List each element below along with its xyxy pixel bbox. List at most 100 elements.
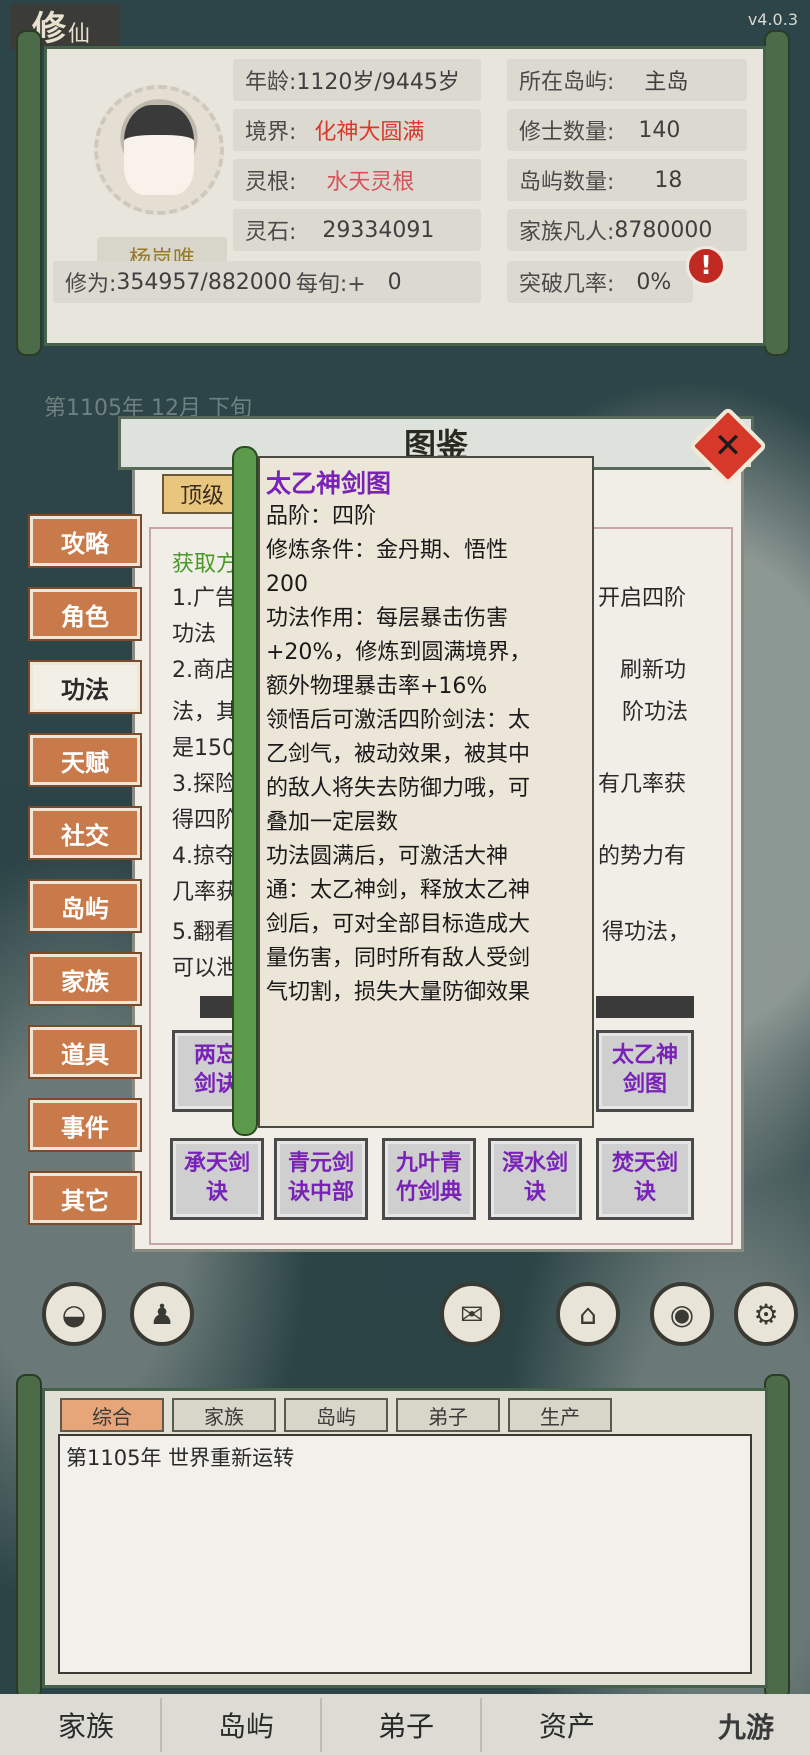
category-social[interactable]: 社交 bbox=[28, 806, 142, 860]
nav-island[interactable]: 岛屿 bbox=[172, 1698, 322, 1752]
stat-value: 354957/882000 bbox=[116, 269, 292, 295]
skill-tile[interactable]: 溟水剑诀 bbox=[488, 1138, 582, 1220]
log-entry: 第1105年 世界重新运转 bbox=[66, 1446, 295, 1470]
category-event[interactable]: 事件 bbox=[28, 1098, 142, 1152]
tooltip-line: 修炼条件：金丹期、悟性 bbox=[266, 538, 509, 563]
stat-label: 岛屿数量: bbox=[519, 170, 615, 195]
character-panel: 杨岚唯 年龄: 1120岁/9445岁 所在岛屿: 主岛 境界: 化神大圆满 修士数量… bbox=[44, 46, 766, 346]
category-island[interactable]: 岛屿 bbox=[28, 879, 142, 933]
guide-text: 得四阶 bbox=[172, 808, 239, 833]
skill-tile[interactable]: 九叶青竹剑典 bbox=[382, 1138, 476, 1220]
person-icon[interactable]: ♟ bbox=[130, 1282, 194, 1346]
guide-text: 2.商店 bbox=[172, 658, 237, 683]
stat-breakthrough-rate: 突破几率: 0% bbox=[507, 261, 693, 303]
stat-label: 灵石: bbox=[245, 220, 297, 245]
stat-spirit-root: 灵根: 水天灵根 bbox=[233, 159, 481, 201]
skill-tile[interactable]: 承天剑诀 bbox=[170, 1138, 264, 1220]
tooltip-line: +20%，修炼到圆满境界， bbox=[266, 640, 532, 665]
tooltip-line: 气切割，损失大量防御效果 bbox=[266, 980, 531, 1005]
guide-text: 有几率获 bbox=[598, 772, 687, 797]
skill-tile[interactable]: 焚天剑诀 bbox=[596, 1138, 694, 1220]
avatar[interactable] bbox=[91, 65, 226, 235]
stat-value: 18 bbox=[654, 167, 683, 193]
stat-label: 所在岛屿: bbox=[519, 70, 615, 95]
category-talent[interactable]: 天赋 bbox=[28, 733, 142, 787]
scroll-rod-right bbox=[764, 30, 790, 356]
avatar-face bbox=[123, 105, 194, 195]
guide-text: 刷新功 bbox=[620, 658, 687, 683]
stat-island-location: 所在岛屿: 主岛 bbox=[507, 59, 747, 101]
nav-disciple[interactable]: 弟子 bbox=[332, 1698, 482, 1752]
stat-label: 年龄: bbox=[245, 70, 297, 95]
gear-icon[interactable]: ⚙ bbox=[734, 1282, 798, 1346]
category-family[interactable]: 家族 bbox=[28, 952, 142, 1006]
stat-value: 8780000 bbox=[614, 217, 713, 243]
category-other[interactable]: 其它 bbox=[28, 1171, 142, 1225]
stat-value: 主岛 bbox=[644, 70, 689, 95]
guide-text: 功法 bbox=[172, 622, 217, 647]
log-tab-disciple[interactable]: 弟子 bbox=[396, 1398, 500, 1432]
stat-value: 29334091 bbox=[322, 217, 435, 243]
stat-label: 修为: bbox=[65, 272, 117, 297]
log-tab-all[interactable]: 综合 bbox=[60, 1398, 164, 1432]
watermark-logo: 九游 bbox=[718, 1711, 775, 1744]
guide-text: 得功法， bbox=[602, 920, 691, 945]
guide-text: 5.翻看 bbox=[172, 920, 237, 945]
guide-text: 法，其 bbox=[172, 700, 239, 725]
category-role[interactable]: 角色 bbox=[28, 587, 142, 641]
skill-tooltip: 太乙神剑图 品阶：四阶 修炼条件：金丹期、悟性 200 功法作用：每层暴击伤害 … bbox=[258, 456, 594, 1128]
tooltip-line: 额外物理暴击率+16% bbox=[266, 674, 488, 699]
log-tab-island[interactable]: 岛屿 bbox=[284, 1398, 388, 1432]
log-scroll-rod-left bbox=[16, 1374, 42, 1700]
version-label: v4.0.3 bbox=[747, 10, 798, 29]
log-tab-production[interactable]: 生产 bbox=[508, 1398, 612, 1432]
stat-island-count: 岛屿数量: 18 bbox=[507, 159, 747, 201]
mail-icon[interactable]: ✉ bbox=[440, 1282, 504, 1346]
location-icon[interactable]: ◉ bbox=[650, 1282, 714, 1346]
tooltip-line: 领悟后可激活四阶剑法：太 bbox=[266, 708, 531, 733]
guide-text: 开启四阶 bbox=[598, 586, 687, 611]
skill-tile[interactable]: 青元剑诀中部 bbox=[274, 1138, 368, 1220]
log-area: 第1105年 世界重新运转 bbox=[58, 1434, 752, 1674]
tooltip-line: 叠加一定层数 bbox=[266, 810, 399, 835]
stat-value: 化神大圆满 bbox=[314, 120, 425, 145]
guide-text: 的势力有 bbox=[598, 844, 687, 869]
alert-icon[interactable]: ! bbox=[686, 246, 726, 286]
nav-family[interactable]: 家族 bbox=[12, 1698, 162, 1752]
stat-value: 140 bbox=[638, 117, 681, 143]
shop-icon[interactable]: ⌂ bbox=[556, 1282, 620, 1346]
stat-family-mortals: 家族凡人: 8780000 bbox=[507, 209, 747, 251]
category-guide[interactable]: 攻略 bbox=[28, 514, 142, 568]
bag-icon[interactable]: ◒ bbox=[42, 1282, 106, 1346]
stat-label: 家族凡人: bbox=[519, 220, 615, 245]
stat-age: 年龄: 1120岁/9445岁 bbox=[233, 59, 481, 101]
guide-text: 4.掠夺 bbox=[172, 844, 237, 869]
tooltip-line: 剑后，可对全部目标造成大 bbox=[266, 912, 531, 937]
stat-value: 1120岁/9445岁 bbox=[296, 70, 460, 95]
stat-cultivator-count: 修士数量: 140 bbox=[507, 109, 747, 151]
tooltip-scroll-rod bbox=[232, 446, 258, 1136]
guide-text: 1.广告 bbox=[172, 586, 237, 611]
category-item[interactable]: 道具 bbox=[28, 1025, 142, 1079]
stat-label: 修士数量: bbox=[519, 120, 615, 145]
stat-label: 突破几率: bbox=[519, 272, 615, 297]
tooltip-line: 200 bbox=[266, 572, 308, 597]
tooltip-line: 功法作用：每层暴击伤害 bbox=[266, 606, 509, 631]
skill-row-edge bbox=[596, 996, 694, 1018]
tooltip-title: 太乙神剑图 bbox=[266, 469, 392, 498]
nav-assets[interactable]: 资产 bbox=[492, 1698, 642, 1752]
stat-label: 每旬:+ bbox=[295, 272, 366, 297]
guide-text: 可以泄 bbox=[172, 956, 239, 981]
stat-cultivation: 修为: 354957/882000 每旬:+ 0 bbox=[53, 261, 481, 303]
stat-value: 0% bbox=[636, 269, 672, 295]
tooltip-line: 功法圆满后，可激活大神 bbox=[266, 844, 509, 869]
stat-spirit-stones: 灵石: 29334091 bbox=[233, 209, 481, 251]
tooltip-line: 通：太乙神剑，释放太乙神 bbox=[266, 878, 531, 903]
tooltip-line: 品阶：四阶 bbox=[266, 504, 377, 529]
category-skill[interactable]: 功法 bbox=[28, 660, 142, 714]
log-tab-family[interactable]: 家族 bbox=[172, 1398, 276, 1432]
logo-small-char: 仙 bbox=[68, 22, 91, 47]
tab-top-level[interactable]: 顶级 bbox=[162, 474, 242, 514]
guide-text: 3.探险 bbox=[172, 772, 237, 797]
skill-tile[interactable]: 太乙神剑图 bbox=[596, 1030, 694, 1112]
